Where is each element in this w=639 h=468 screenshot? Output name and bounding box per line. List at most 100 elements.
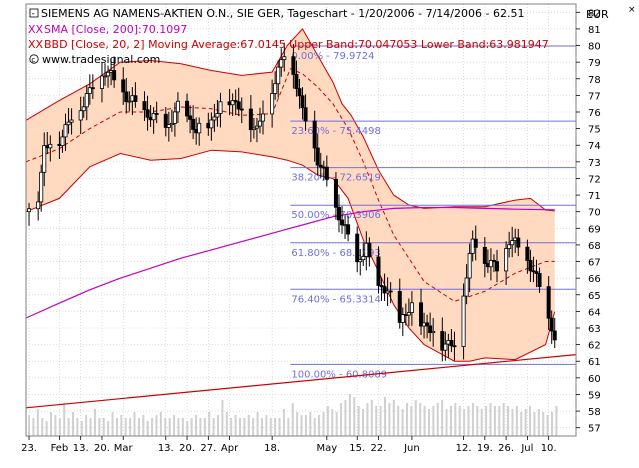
bbd-legend: BBD [Close, 20, 2] Moving Average:67.014… [44,38,549,51]
price-chart[interactable]: 0.00% - 79.972423.60% - 75.449838.20% - … [0,0,639,464]
volume-bar [133,412,136,436]
volume-bar [362,409,365,436]
candle-body [39,171,44,203]
y-tick-label: 78 [588,75,601,86]
candle-body [90,87,95,90]
x-tick-label: 20. [94,443,110,454]
volume-bar [463,409,466,436]
x-tick-label: 27. [200,443,216,454]
volume-bar [85,415,88,436]
candle-body [81,106,86,112]
volume-bar [366,403,369,436]
volume-bar [269,418,272,436]
volume-bar [190,418,193,436]
x-tick-label: Jul [520,443,533,454]
volume-bar [397,406,400,436]
volume-bar [357,406,360,436]
volume-bar [282,409,285,436]
volume-bar [195,415,198,436]
volume-bar [225,412,228,436]
candle-body [188,115,193,120]
candle-body [346,224,351,235]
volume-bar [124,418,127,436]
bbd-toggle-icon[interactable]: XX [28,38,44,51]
sma-toggle-icon[interactable]: XX [28,23,44,36]
candle-body [142,101,147,111]
candle-body [133,95,138,102]
x-tick-label: 22. [371,443,387,454]
candle-body [236,101,241,110]
candle-body [361,256,366,261]
volume-bar [348,394,351,436]
x-tick-label: 15. [349,443,365,454]
y-tick-label: 62 [588,341,601,352]
volume-bar [278,418,281,436]
volume-bar [129,418,132,436]
candle-body [324,166,329,180]
volume-bar [142,415,145,436]
candle-body [175,100,180,113]
volume-bar [93,409,96,436]
currency-label: EUR [586,8,609,21]
y-tick-label: 79 [588,58,601,69]
y-tick-label: 59 [588,390,601,401]
candle-body [482,246,487,264]
x-tick-label: May [316,443,337,454]
x-tick-label: 12. [456,443,472,454]
candle-body [291,56,296,75]
volume-bar [137,418,140,436]
volume-bar [212,418,215,436]
volume-bar [230,418,233,436]
volume-bar [353,397,356,436]
y-tick-label: 57 [588,424,601,435]
sma-legend: SMA [Close, 200]:70.1097 [44,23,187,36]
close-icon[interactable]: × [628,5,636,15]
minus-icon: - [32,9,35,19]
candle-body [63,124,68,138]
candle-body [212,116,217,121]
volume-bar [203,418,206,436]
candle-body [145,109,150,118]
candle-body [340,219,345,226]
chart-title: SIEMENS AG NAMENS-AKTIEN O.N., SIE GER, … [41,7,524,20]
volume-bar [41,418,44,436]
volume-bar [322,412,325,436]
volume-bar [98,418,101,436]
candle-body [78,110,83,121]
y-tick-label: 71 [588,191,601,202]
volume-bar [71,412,74,436]
candle-body [282,56,287,61]
candle-body [27,208,32,213]
volume-bar [296,412,299,436]
candle-body [355,233,360,263]
y-tick-label: 69 [588,224,601,235]
volume-bar [111,412,114,436]
volume-bar [252,418,255,436]
candle-body [209,119,214,129]
volume-bar [107,421,110,436]
candle-body [546,286,551,319]
candle-body [276,66,281,85]
volume-bar [485,406,488,436]
volume-bar [340,403,343,436]
volume-bar [537,409,540,436]
candle-body [124,91,129,103]
volume-bar [151,418,154,436]
volume-bar [89,418,92,436]
candle-body [279,59,284,68]
volume-bar [50,412,53,436]
candle-body [464,277,469,297]
y-tick-label: 81 [588,25,601,36]
volume-bar [427,409,430,436]
volume-bar [238,418,241,436]
volume-bar [370,400,373,436]
y-tick-label: 60 [588,374,601,385]
volume-bar [208,412,211,436]
y-tick-label: 77 [588,91,601,102]
volume-bar [177,418,180,436]
y-tick-label: 72 [588,174,601,185]
watermark: www.tradesignal.com [42,53,160,66]
candle-body [549,317,554,332]
y-tick-label: 73 [588,158,601,169]
x-tick-label: 19. [477,443,493,454]
